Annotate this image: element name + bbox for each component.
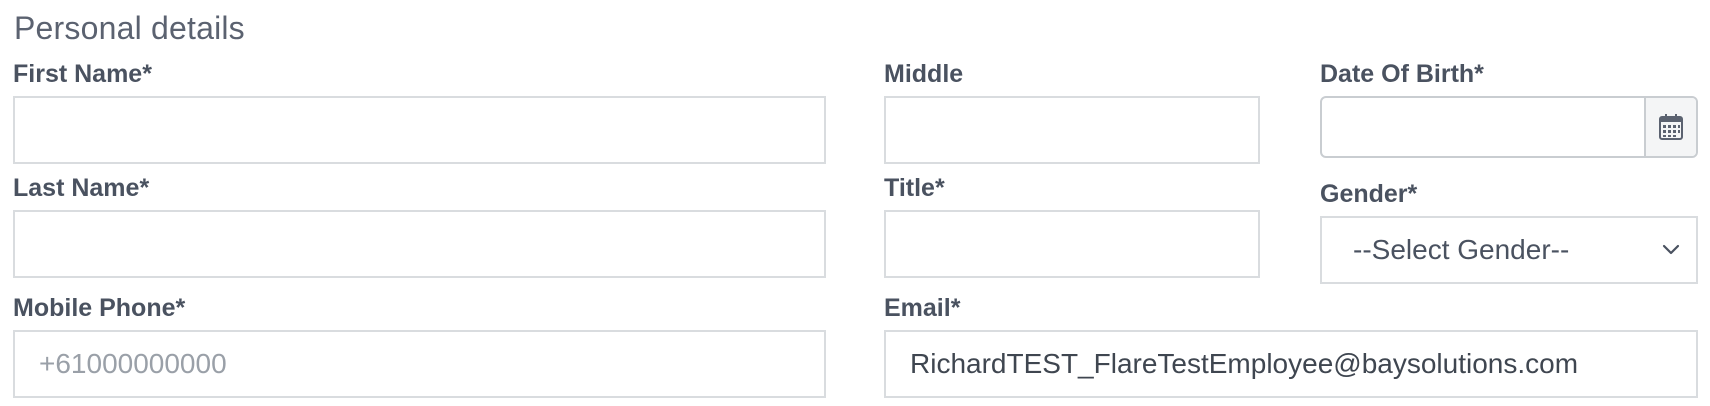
calendar-button[interactable] [1644,98,1696,156]
first-name-input[interactable] [13,96,826,164]
date-of-birth-label: Date Of Birth* [1320,60,1484,88]
gender-label: Gender* [1320,180,1418,208]
gender-select[interactable]: --Select Gender-- [1320,216,1698,284]
last-name-label: Last Name* [13,174,150,202]
calendar-icon [1659,114,1683,140]
date-of-birth-input[interactable] [1322,98,1646,156]
date-of-birth-field [1320,96,1698,158]
email-label: Email* [884,294,961,322]
chevron-down-icon [1662,244,1680,255]
middle-name-input[interactable] [884,96,1260,164]
mobile-phone-label: Mobile Phone* [13,294,186,322]
first-name-label: First Name* [13,60,152,88]
title-label: Title* [884,174,945,202]
gender-selected-value: --Select Gender-- [1353,234,1570,265]
mobile-phone-input[interactable] [13,330,826,398]
section-title: Personal details [14,10,245,46]
middle-name-label: Middle [884,60,964,88]
last-name-input[interactable] [13,210,826,278]
title-input[interactable] [884,210,1260,278]
email-input[interactable] [884,330,1698,398]
